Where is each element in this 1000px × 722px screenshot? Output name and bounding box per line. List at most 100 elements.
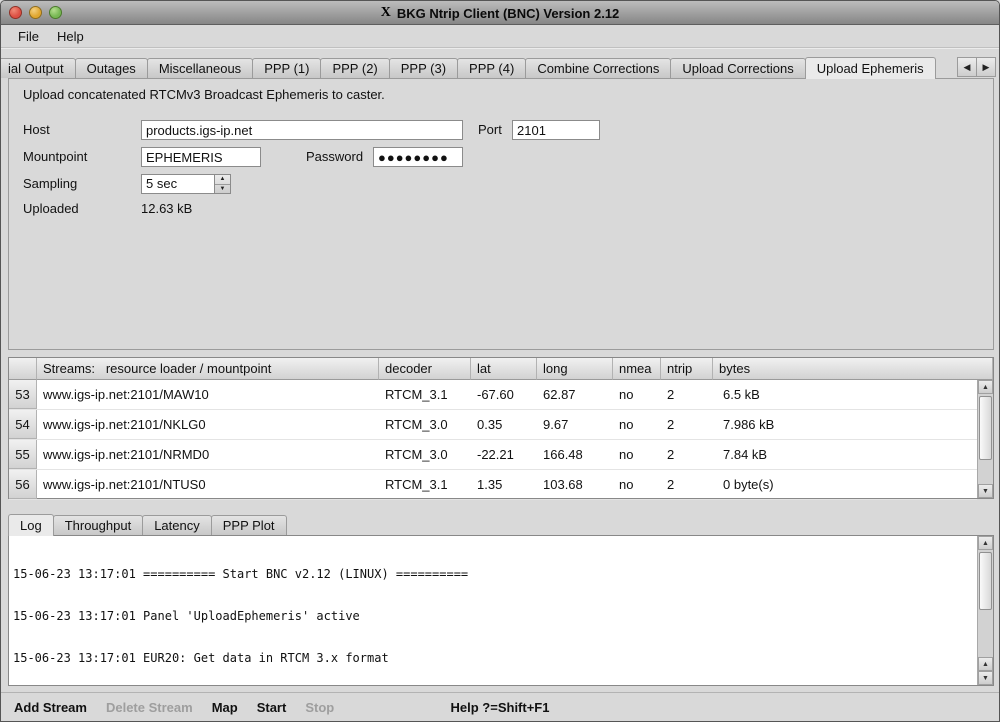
host-input[interactable] — [141, 120, 463, 140]
scrollbar-thumb[interactable] — [979, 552, 992, 610]
row-number[interactable]: 56 — [9, 470, 37, 499]
scroll-up-icon[interactable]: ▲ — [978, 657, 993, 671]
tab-outages[interactable]: Outages — [75, 58, 148, 78]
table-row[interactable]: 55 www.igs-ip.net:2101/NRMD0 RTCM_3.0 -2… — [9, 440, 977, 470]
tab-ppp-4[interactable]: PPP (4) — [457, 58, 526, 78]
header-lat[interactable]: lat — [471, 358, 537, 380]
tab-ppp-2[interactable]: PPP (2) — [320, 58, 389, 78]
host-label: Host — [23, 120, 50, 140]
log-output[interactable]: 15-06-23 13:17:01 ========== Start BNC v… — [13, 539, 975, 683]
scroll-up-icon[interactable]: ▲ — [978, 380, 993, 394]
tab-log[interactable]: Log — [8, 514, 54, 536]
cell-decoder: RTCM_3.1 — [379, 380, 471, 409]
spin-buttons: ▲ ▼ — [214, 175, 230, 193]
mountpoint-input[interactable] — [141, 147, 261, 167]
cell-long: 62.87 — [537, 380, 613, 409]
uploaded-value: 12.63 kB — [141, 199, 192, 219]
cell-nmea: no — [613, 470, 661, 499]
menu-file[interactable]: File — [9, 27, 48, 46]
cell-lat: -22.21 — [471, 440, 537, 469]
map-button[interactable]: Map — [212, 700, 238, 715]
scroll-down-icon[interactable]: ▼ — [978, 484, 993, 498]
tab-combine-corrections[interactable]: Combine Corrections — [525, 58, 671, 78]
mountpoint-label: Mountpoint — [23, 147, 87, 167]
delete-stream-button: Delete Stream — [106, 700, 193, 715]
cell-bytes: 6.5 kB — [713, 380, 977, 409]
cell-nmea: no — [613, 440, 661, 469]
sampling-value: 5 sec — [142, 175, 214, 193]
streams-header: Streams: resource loader / mountpoint de… — [9, 358, 993, 380]
menu-help[interactable]: Help — [48, 27, 93, 46]
cell-lat: 0.35 — [471, 410, 537, 439]
panel-description: Upload concatenated RTCMv3 Broadcast Eph… — [23, 87, 385, 102]
log-scrollbar[interactable]: ▲ ▲ ▼ — [977, 536, 993, 685]
add-stream-button[interactable]: Add Stream — [14, 700, 87, 715]
log-line: 15-06-23 13:17:01 ========== Start BNC v… — [13, 567, 975, 581]
tab-upload-corrections[interactable]: Upload Corrections — [670, 58, 805, 78]
window-title: BKG Ntrip Client (BNC) Version 2.12 — [397, 6, 619, 21]
cell-bytes: 0 byte(s) — [713, 470, 977, 499]
port-label: Port — [478, 120, 502, 140]
sampling-spinbox[interactable]: 5 sec ▲ ▼ — [141, 174, 231, 194]
tab-scroll-left-icon[interactable]: ◀ — [957, 57, 977, 77]
tab-latency[interactable]: Latency — [142, 515, 212, 535]
spin-down-icon[interactable]: ▼ — [215, 184, 230, 194]
bnc-window: X BKG Ntrip Client (BNC) Version 2.12 Fi… — [0, 0, 1000, 722]
close-button[interactable] — [9, 6, 22, 19]
cell-mountpoint: www.igs-ip.net:2101/MAW10 — [37, 380, 379, 409]
tab-ppp-3[interactable]: PPP (3) — [389, 58, 458, 78]
upload-ephemeris-panel: Upload concatenated RTCMv3 Broadcast Eph… — [8, 78, 994, 350]
cell-decoder: RTCM_3.0 — [379, 440, 471, 469]
header-bytes[interactable]: bytes — [713, 358, 993, 380]
zoom-button[interactable] — [49, 6, 62, 19]
header-decoder[interactable]: decoder — [379, 358, 471, 380]
scroll-up-icon[interactable]: ▲ — [978, 536, 993, 550]
cell-ntrip: 2 — [661, 470, 713, 499]
port-input[interactable] — [512, 120, 600, 140]
bottom-tabbar: Log Throughput Latency PPP Plot — [8, 513, 286, 535]
cell-long: 9.67 — [537, 410, 613, 439]
title-area: X BKG Ntrip Client (BNC) Version 2.12 — [1, 1, 999, 25]
tab-miscellaneous[interactable]: Miscellaneous — [147, 58, 253, 78]
streams-body: 53 www.igs-ip.net:2101/MAW10 RTCM_3.1 -6… — [9, 380, 977, 498]
cell-long: 103.68 — [537, 470, 613, 499]
cell-bytes: 7.986 kB — [713, 410, 977, 439]
cell-mountpoint: www.igs-ip.net:2101/NKLG0 — [37, 410, 379, 439]
header-long[interactable]: long — [537, 358, 613, 380]
row-number[interactable]: 53 — [9, 380, 37, 409]
cell-ntrip: 2 — [661, 440, 713, 469]
row-number[interactable]: 55 — [9, 440, 37, 469]
header-nmea[interactable]: nmea — [613, 358, 661, 380]
log-panel: 15-06-23 13:17:01 ========== Start BNC v… — [8, 535, 994, 686]
minimize-button[interactable] — [29, 6, 42, 19]
cell-mountpoint: www.igs-ip.net:2101/NTUS0 — [37, 470, 379, 499]
tab-ppp-plot[interactable]: PPP Plot — [211, 515, 287, 535]
tab-upload-ephemeris[interactable]: Upload Ephemeris — [805, 57, 936, 79]
header-ntrip[interactable]: ntrip — [661, 358, 713, 380]
start-button[interactable]: Start — [257, 700, 287, 715]
cell-lat: -67.60 — [471, 380, 537, 409]
cell-nmea: no — [613, 380, 661, 409]
row-number[interactable]: 54 — [9, 410, 37, 439]
cell-long: 166.48 — [537, 440, 613, 469]
tab-scroll-right-icon[interactable]: ▶ — [976, 57, 996, 77]
cell-mountpoint: www.igs-ip.net:2101/NRMD0 — [37, 440, 379, 469]
streams-scrollbar[interactable]: ▲ ▼ — [977, 380, 993, 498]
password-label: Password — [306, 147, 363, 167]
spin-up-icon[interactable]: ▲ — [215, 175, 230, 184]
scrollbar-thumb[interactable] — [979, 396, 992, 460]
main-tabbar: ial Output Outages Miscellaneous PPP (1)… — [1, 56, 999, 78]
scroll-down-icon[interactable]: ▼ — [978, 671, 993, 685]
table-row[interactable]: 56 www.igs-ip.net:2101/NTUS0 RTCM_3.1 1.… — [9, 470, 977, 500]
tab-scroll-buttons: ◀ ▶ — [958, 57, 996, 77]
tab-throughput[interactable]: Throughput — [53, 515, 144, 535]
header-corner — [9, 358, 37, 380]
tab-ppp-1[interactable]: PPP (1) — [252, 58, 321, 78]
help-shortcut-label: Help ?=Shift+F1 — [451, 700, 550, 715]
header-mountpoint[interactable]: Streams: resource loader / mountpoint — [37, 358, 379, 380]
table-row[interactable]: 54 www.igs-ip.net:2101/NKLG0 RTCM_3.0 0.… — [9, 410, 977, 440]
table-row[interactable]: 53 www.igs-ip.net:2101/MAW10 RTCM_3.1 -6… — [9, 380, 977, 410]
tab-serial-output[interactable]: ial Output — [1, 58, 76, 78]
password-input[interactable] — [373, 147, 463, 167]
stop-button: Stop — [305, 700, 334, 715]
